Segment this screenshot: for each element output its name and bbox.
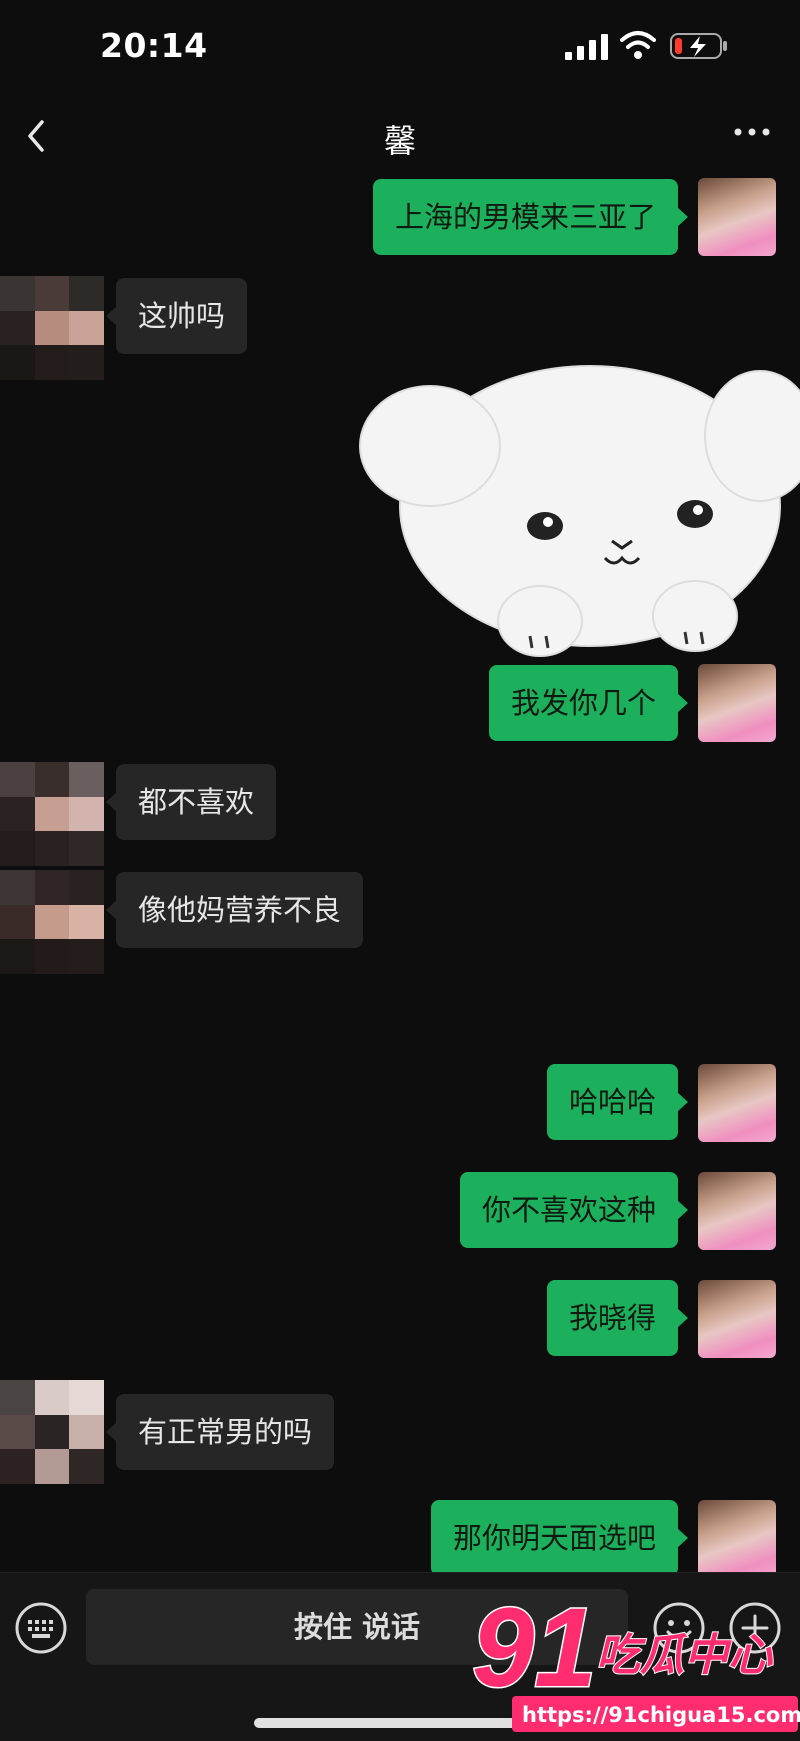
message-row: 我晓得 <box>0 1280 800 1362</box>
avatar[interactable] <box>0 1380 104 1484</box>
message-row: 你不喜欢这种 <box>0 1172 800 1254</box>
message-row: 上海的男模来三亚了 <box>0 176 800 258</box>
message-bubble[interactable]: 那你明天面选吧 <box>430 1500 689 1572</box>
avatar[interactable] <box>698 1172 776 1250</box>
chat-area[interactable]: 上海的男模来三亚了 这帅吗 我发你几个 都不喜欢 像他妈营养不良 哈哈哈 你不喜… <box>0 176 800 1572</box>
message-bubble[interactable]: 上海的男模来三亚了 <box>372 179 689 255</box>
keyboard-icon[interactable] <box>14 1601 68 1655</box>
puppy-sticker[interactable] <box>340 336 800 666</box>
avatar[interactable] <box>698 1064 776 1142</box>
status-time: 20:14 <box>100 26 208 65</box>
battery-icon <box>670 33 727 59</box>
message-bubble[interactable]: 我发你几个 <box>488 665 689 741</box>
message-bubble[interactable]: 像他妈营养不良 <box>105 872 364 948</box>
message-row: 那你明天面选吧 <box>0 1498 800 1572</box>
avatar[interactable] <box>0 762 104 866</box>
message-bubble[interactable]: 这帅吗 <box>105 278 248 354</box>
avatar[interactable] <box>698 664 776 742</box>
message-row: 哈哈哈 <box>0 1064 800 1146</box>
wifi-icon <box>620 31 656 59</box>
watermark-number: 91 <box>472 1588 597 1710</box>
message-row: 像他妈营养不良 <box>0 870 800 974</box>
signal-icon <box>565 34 608 60</box>
message-row: 都不喜欢 <box>0 762 800 866</box>
watermark-url: https://91chigua15.com <box>522 1703 800 1727</box>
message-row: 我发你几个 <box>0 662 800 744</box>
message-row: 有正常男的吗 <box>0 1380 800 1484</box>
message-bubble[interactable]: 都不喜欢 <box>105 764 277 840</box>
avatar[interactable] <box>0 276 104 380</box>
avatar[interactable] <box>0 870 104 974</box>
message-bubble[interactable]: 我晓得 <box>546 1280 689 1356</box>
message-bubble[interactable]: 你不喜欢这种 <box>459 1172 689 1248</box>
chat-title: 馨 <box>383 122 416 160</box>
avatar[interactable] <box>698 1500 776 1572</box>
watermark-logo: 91 吃瓜中心 https://91chigua15.com <box>471 1588 800 1732</box>
nav-bar: 馨 <box>0 96 800 176</box>
status-bar: 20:14 <box>0 0 800 96</box>
message-bubble[interactable]: 有正常男的吗 <box>105 1394 335 1470</box>
more-icon[interactable] <box>732 122 772 142</box>
message-bubble[interactable]: 哈哈哈 <box>546 1064 689 1140</box>
avatar[interactable] <box>698 1280 776 1358</box>
watermark-brand: 吃瓜中心 <box>596 1630 774 1681</box>
avatar[interactable] <box>698 178 776 256</box>
